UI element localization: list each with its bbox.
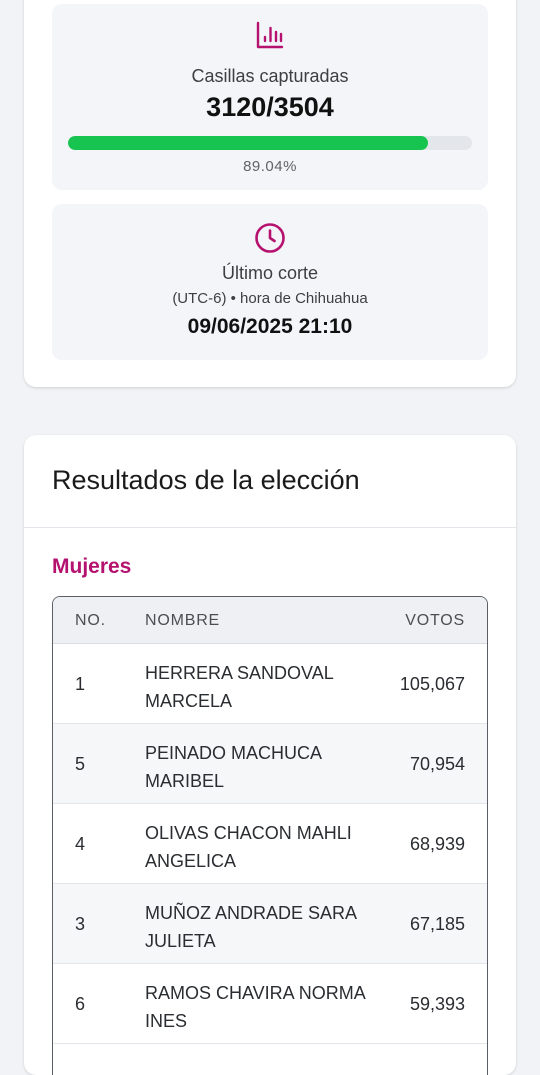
timezone-text: (UTC-6) • hora de Chihuahua: [172, 290, 368, 307]
section-heading: Mujeres: [52, 555, 132, 578]
candidate-name: OLIVAS CHACON MAHLI ANGELICA: [145, 823, 352, 871]
results-table: NO. NOMBRE VOTOS 1 HERRERA SANDOVAL MARC…: [52, 596, 488, 1075]
row-number: 4: [75, 834, 86, 854]
progress-bar: [68, 136, 472, 150]
vote-count: 70,954: [409, 754, 465, 774]
candidate-name: PEINADO MACHUCA MARIBEL: [145, 743, 322, 791]
divider: [24, 527, 516, 528]
row-number: 3: [75, 914, 86, 934]
last-cut-datetime: 09/06/2025 21:10: [187, 315, 353, 338]
row-number: 5: [75, 754, 86, 774]
vote-count: 67,185: [409, 914, 465, 934]
bar-chart-icon: [256, 21, 284, 49]
vote-count: 105,067: [399, 674, 465, 694]
column-header-name: NOMBRE: [145, 612, 221, 629]
results-title: Resultados de la elección: [52, 465, 360, 495]
captured-stations-label: Casillas capturadas: [191, 66, 349, 86]
table-row[interactable]: 5 PEINADO MACHUCA MARIBEL 70,954: [53, 724, 487, 804]
table-row[interactable]: 1 HERRERA SANDOVAL MARCELA 105,067: [53, 644, 487, 724]
clock-icon: [255, 223, 285, 253]
progress-percent: 89.04%: [243, 158, 297, 175]
table-header: NO. NOMBRE VOTOS: [53, 597, 487, 644]
vote-count: 59,393: [409, 994, 465, 1014]
captured-stations-count: 3120/3504: [206, 92, 334, 122]
column-header-no: NO.: [75, 612, 106, 629]
results-card: Resultados de la elección Mujeres NO. NO…: [24, 435, 516, 1075]
candidate-name: MUÑOZ ANDRADE SARA JULIETA: [145, 903, 357, 951]
row-number: 6: [75, 994, 86, 1014]
row-number: 1: [75, 674, 86, 694]
last-cut-tile: Último corte (UTC-6) • hora de Chihuahua…: [52, 204, 488, 360]
captured-stations-tile: Casillas capturadas 3120/3504 89.04%: [52, 4, 488, 190]
table-row[interactable]: 4 OLIVAS CHACON MAHLI ANGELICA 68,939: [53, 804, 487, 884]
table-row[interactable]: 6 RAMOS CHAVIRA NORMA INES 59,393: [53, 964, 487, 1044]
column-header-votes: VOTOS: [405, 612, 465, 629]
candidate-name: HERRERA SANDOVAL MARCELA: [145, 663, 334, 711]
vote-count: 68,939: [409, 834, 465, 854]
last-cut-label: Último corte: [221, 263, 319, 283]
stats-card: Casillas capturadas 3120/3504 89.04% Últ…: [24, 0, 516, 387]
table-row[interactable]: 3 MUÑOZ ANDRADE SARA JULIETA 67,185: [53, 884, 487, 964]
candidate-name: RAMOS CHAVIRA NORMA INES: [145, 983, 365, 1031]
progress-bar-fill: [68, 136, 428, 150]
